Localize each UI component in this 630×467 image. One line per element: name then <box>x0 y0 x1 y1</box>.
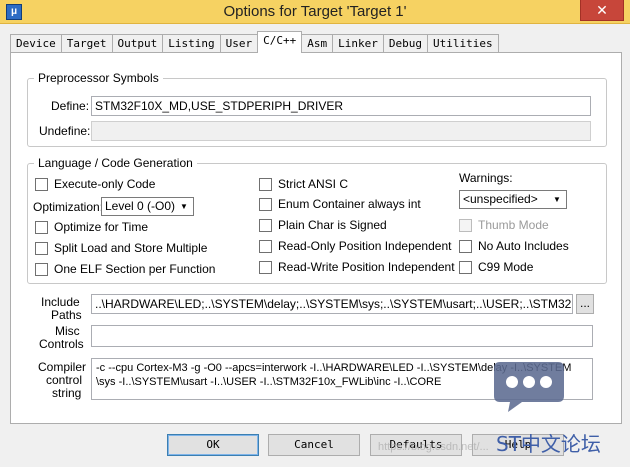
include-label: Include <box>41 295 80 309</box>
execute-only-box[interactable] <box>35 177 48 191</box>
tab-listing[interactable]: Listing <box>162 34 221 52</box>
paths-label: Paths <box>51 308 82 322</box>
tab-linker[interactable]: Linker <box>332 34 384 52</box>
rwpi-box[interactable] <box>259 260 272 274</box>
tab-asm[interactable]: Asm <box>301 34 334 52</box>
warnings-select[interactable]: <unspecified> ▼ <box>459 190 567 209</box>
control-label: control <box>46 373 83 387</box>
controls-label: Controls <box>39 337 84 351</box>
optimize-time-box[interactable] <box>35 220 48 234</box>
misc-controls-input[interactable] <box>91 325 593 347</box>
tab-utilities[interactable]: Utilities <box>426 34 499 52</box>
enum-container-box[interactable] <box>259 197 272 211</box>
strict-ansi-box[interactable] <box>259 177 272 191</box>
rwpi-checkbox[interactable]: Read-Write Position Independent <box>259 260 455 274</box>
tab-output[interactable]: Output <box>111 34 164 52</box>
tab-debug[interactable]: Debug <box>382 34 428 52</box>
chevron-down-icon: ▼ <box>180 202 188 211</box>
string-label: string <box>52 386 82 400</box>
no-auto-includes-checkbox[interactable]: No Auto Includes <box>459 239 569 253</box>
optimize-time-checkbox[interactable]: Optimize for Time <box>35 220 148 234</box>
close-icon: ✕ <box>596 2 608 18</box>
optimize-time-label: Optimize for Time <box>54 220 149 234</box>
define-label: Define: <box>51 99 90 113</box>
strict-ansi-label: Strict ANSI C <box>278 177 349 191</box>
misc-label: Misc <box>55 324 80 338</box>
ropi-label: Read-Only Position Independent <box>278 239 452 253</box>
preprocessor-legend: Preprocessor Symbols <box>38 71 159 85</box>
strict-ansi-checkbox[interactable]: Strict ANSI C <box>259 177 348 191</box>
execute-only-label: Execute-only Code <box>54 177 156 191</box>
split-load-checkbox[interactable]: Split Load and Store Multiple <box>35 241 207 255</box>
undefine-label: Undefine: <box>39 124 91 138</box>
ok-button[interactable]: OK <box>167 434 259 456</box>
plain-char-checkbox[interactable]: Plain Char is Signed <box>259 218 387 232</box>
no-auto-includes-box[interactable] <box>459 239 472 253</box>
execute-only-checkbox[interactable]: Execute-only Code <box>35 177 155 191</box>
include-paths-browse-button[interactable]: ... <box>576 294 594 314</box>
tab-target[interactable]: Target <box>60 34 113 52</box>
tab-strip: Device Target Output Listing User C/C++ … <box>10 31 499 53</box>
split-load-label: Split Load and Store Multiple <box>54 241 208 255</box>
no-auto-includes-label: No Auto Includes <box>478 239 569 253</box>
compiler-label: Compiler <box>38 360 87 374</box>
thumb-mode-box[interactable] <box>459 218 472 232</box>
optimization-select[interactable]: Level 0 (-O0) ▼ <box>101 197 194 216</box>
c99-mode-box[interactable] <box>459 260 472 274</box>
tab-c-cpp[interactable]: C/C++ <box>257 31 303 53</box>
one-elf-checkbox[interactable]: One ELF Section per Function <box>35 262 215 276</box>
c99-mode-label: C99 Mode <box>478 260 534 274</box>
thumb-mode-label: Thumb Mode <box>478 218 549 232</box>
chevron-down-icon: ▼ <box>553 195 561 204</box>
define-input[interactable]: STM32F10X_MD,USE_STDPERIPH_DRIVER <box>91 96 591 116</box>
chat-bubble-icon <box>494 362 564 412</box>
include-paths-input[interactable]: ..\HARDWARE\LED;..\SYSTEM\delay;..\SYSTE… <box>91 294 573 314</box>
plain-char-box[interactable] <box>259 218 272 232</box>
close-button[interactable]: ✕ <box>580 0 624 21</box>
thumb-mode-checkbox[interactable]: Thumb Mode <box>459 218 549 232</box>
language-legend: Language / Code Generation <box>38 156 193 170</box>
title-bar: μ Options for Target 'Target 1' ✕ <box>0 0 630 24</box>
window-title: Options for Target 'Target 1' <box>223 3 407 20</box>
warnings-label: Warnings: <box>459 171 513 185</box>
optimization-value: Level 0 (-O0) <box>105 199 176 213</box>
cancel-button[interactable]: Cancel <box>268 434 360 456</box>
ropi-checkbox[interactable]: Read-Only Position Independent <box>259 239 451 253</box>
tab-device[interactable]: Device <box>10 34 62 52</box>
rwpi-label: Read-Write Position Independent <box>278 260 455 274</box>
c99-mode-checkbox[interactable]: C99 Mode <box>459 260 533 274</box>
plain-char-label: Plain Char is Signed <box>278 218 387 232</box>
one-elf-box[interactable] <box>35 262 48 276</box>
split-load-box[interactable] <box>35 241 48 255</box>
warnings-value: <unspecified> <box>463 192 538 206</box>
one-elf-label: One ELF Section per Function <box>54 262 216 276</box>
tab-user[interactable]: User <box>219 34 259 52</box>
undefine-input[interactable] <box>91 121 591 141</box>
optimization-label: Optimization: <box>33 200 104 214</box>
enum-container-label: Enum Container always int <box>278 197 421 211</box>
watermark-text: ST中文论坛 <box>496 432 601 456</box>
enum-container-checkbox[interactable]: Enum Container always int <box>259 197 421 211</box>
watermark-url: https://blog.csdn.net/... <box>378 441 489 453</box>
ropi-box[interactable] <box>259 239 272 253</box>
